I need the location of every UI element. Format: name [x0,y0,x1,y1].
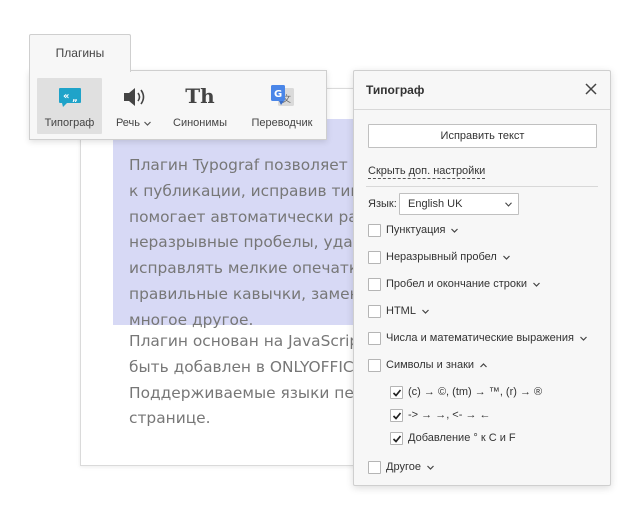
synonyms-plugin-label: Синонимы [173,117,227,129]
close-button[interactable] [584,82,598,96]
document-line: Поддерживаемые языки пер [129,383,364,402]
document-line: неразрывные пробелы, удал [129,233,363,252]
google-translate-icon: 文 G [246,81,318,111]
option-checkbox[interactable] [368,305,381,318]
hide-advanced-settings-link[interactable]: Скрыть доп. настройки [368,164,486,179]
speech-plugin-label: Речь [115,117,141,129]
option-checkbox[interactable] [368,461,381,474]
document-line: к публикации, исправив типо [129,181,370,200]
language-select[interactable]: English UK [399,193,519,215]
option-label: Пробел и окончание строки [386,278,527,290]
document-paragraph-1[interactable]: Плагин Typograf позволяет п к публикации… [129,153,389,334]
option-checkbox[interactable] [368,224,381,237]
translator-plugin-button[interactable]: 文 G Переводчик [246,78,318,134]
chevron-down-icon[interactable] [579,334,588,343]
synonyms-plugin-button[interactable]: Th Синонимы [167,78,233,134]
language-label: Язык: [368,198,397,210]
option-label: Символы и знаки [386,359,475,371]
checkmark-icon [392,389,402,397]
chevron-down-icon[interactable] [421,307,430,316]
tab-plugins[interactable]: Плагины [29,34,131,72]
option-label: Неразрывный пробел [386,251,497,263]
option-checkbox[interactable] [368,251,381,264]
option-label: Другое [386,461,421,473]
chevron-down-icon[interactable] [502,253,511,262]
plugins-toolbar: « „ Типограф Речь Th Синонимы 文 G Перево… [29,70,327,140]
document-paragraph-2[interactable]: Плагин основан на JavaScript быть добавл… [129,329,389,432]
document-line: помогает автоматически раз [129,207,366,226]
chevron-up-icon[interactable] [479,361,488,370]
document-line: правильные кавычки, замен [129,284,360,303]
svg-text:„: „ [72,94,78,104]
typograf-panel: Типограф Исправить текст Скрыть доп. нас… [353,70,611,486]
document-line: Плагин Typograf позволяет п [129,156,363,174]
speaker-icon [109,81,159,111]
option-label: Пунктуация [386,224,446,236]
option-checkbox[interactable] [368,278,381,291]
checkmark-icon [392,435,402,443]
typograf-plugin-button[interactable]: « „ Типограф [37,78,102,134]
checkmark-icon [392,412,402,420]
chevron-down-icon[interactable] [532,280,541,289]
chevron-down-icon [505,202,512,207]
chevron-down-icon [144,121,151,126]
suboption-checkbox[interactable] [390,386,403,399]
option-checkbox[interactable] [368,332,381,345]
svg-text:«: « [63,91,69,102]
fix-text-button[interactable]: Исправить текст [368,124,597,148]
close-icon [585,83,597,95]
suboption-label: Добавление ° к C и F [408,432,516,444]
option-label: HTML [386,305,416,317]
translator-plugin-label: Переводчик [251,117,313,129]
document-line: Плагин основан на JavaScript [129,332,366,350]
divider [354,109,610,110]
language-value: English UK [408,198,463,210]
chevron-down-icon[interactable] [450,226,459,235]
document-line: исправлять мелкие опечатки [129,259,369,278]
speech-plugin-button[interactable]: Речь [109,78,159,134]
typograf-quotes-icon: « „ [37,81,102,111]
option-label: Числа и математические выражения [386,332,574,344]
suboption-label: -> → →, <- → ← [408,409,491,421]
suboption-label: (c) → ©, (tm) → ™, (r) → ® [408,386,543,398]
chevron-down-icon[interactable] [426,463,435,472]
divider [366,186,598,187]
th-icon: Th [185,84,215,108]
svg-text:G: G [274,89,282,100]
suboption-checkbox[interactable] [390,409,403,422]
document-line: странице. [129,409,211,428]
suboption-checkbox[interactable] [390,432,403,445]
typograf-plugin-label: Типограф [44,117,95,129]
panel-title: Типограф [366,83,425,97]
document-line: быть добавлен в ONLYOFFICE [129,357,364,376]
option-checkbox[interactable] [368,359,381,372]
